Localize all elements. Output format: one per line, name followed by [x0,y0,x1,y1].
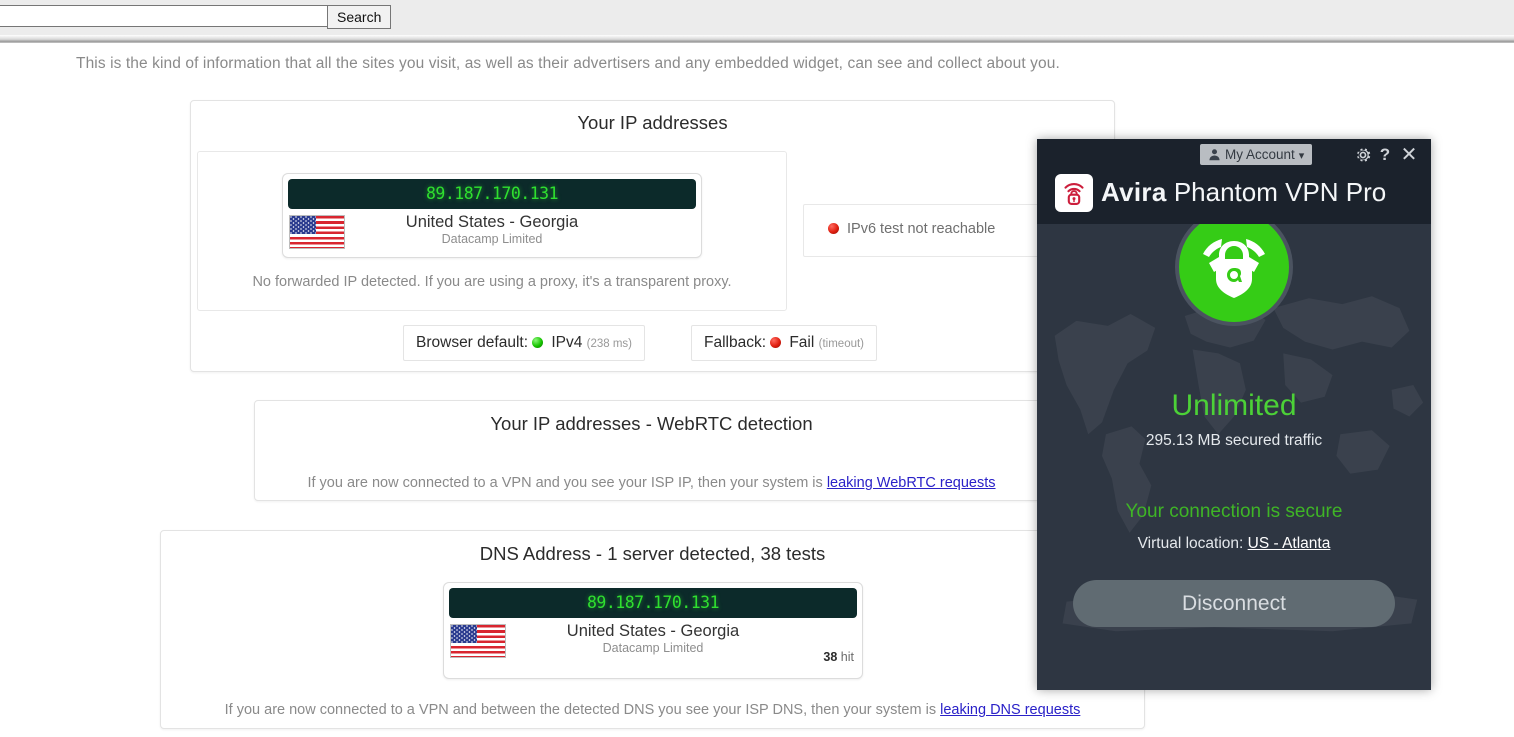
ip-address-value: 89.187.170.131 [288,179,696,209]
dns-leak-note: If you are now connected to a VPN and be… [161,702,1144,718]
webrtc-leak-link[interactable]: leaking WebRTC requests [827,475,996,491]
webrtc-note-prefix: If you are now connected to a VPN and yo… [307,475,827,491]
status-dot-green-icon [532,337,544,348]
us-flag-icon [289,215,345,249]
dns-isp-name: Datacamp Limited [602,641,704,655]
fallback-value: Fail [789,334,815,351]
vpn-plan-status: Unlimited [1171,389,1297,422]
virtual-location-label: Virtual location: [1137,535,1244,552]
browser-default-label: Browser default: [416,334,528,351]
browser-default-detail: (238 ms) [586,338,633,350]
vpn-titlebar: My Account ▾ ? ✕ Avira Phantom VPN Pro [1037,139,1431,224]
close-icon[interactable]: ✕ [1399,145,1419,165]
ipv6-status-row: IPv6 test not reachable [828,221,995,237]
status-dot-red-icon [828,223,839,234]
vpn-brand-title: Avira Phantom VPN Pro [1101,177,1386,208]
flag-stars [290,216,316,234]
dns-hit-count: 38 hit [823,650,854,664]
search-button[interactable]: Search [327,5,392,29]
your-ip-addresses-panel: Your IP addresses 89.187.170.131 United … [190,100,1115,372]
my-account-button[interactable]: My Account ▾ [1200,144,1313,165]
forwarded-ip-note: No forwarded IP detected. If you are usi… [252,274,732,290]
panel-title-dns: DNS Address - 1 server detected, 38 test… [479,543,826,564]
brand-secondary: Phantom VPN Pro [1173,177,1387,207]
vpn-connection-status: Your connection is secure [1125,501,1343,522]
fallback-badge: Fallback: Fail (timeout) [691,325,878,361]
dns-leak-link[interactable]: leaking DNS requests [940,702,1080,718]
us-flag-icon [450,624,506,658]
panel-title-webrtc: Your IP addresses - WebRTC detection [490,413,813,434]
flag-stars [451,625,477,643]
help-icon[interactable]: ? [1377,145,1393,165]
dns-address-panel: DNS Address - 1 server detected, 38 test… [160,530,1145,729]
disconnect-button[interactable]: Disconnect [1073,580,1395,627]
virtual-location-value[interactable]: US - Atlanta [1248,535,1331,552]
avira-phantom-vpn-window: My Account ▾ ? ✕ Avira Phantom VPN Pro U… [1037,139,1431,690]
dns-note-prefix: If you are now connected to a VPN and be… [224,702,941,718]
webrtc-detection-panel: Your IP addresses - WebRTC detection If … [254,400,1049,501]
browser-toolbar: Search [0,0,1514,35]
ip-detection-box: 89.187.170.131 United States - Georgia D… [197,151,787,311]
brand-primary: Avira [1101,177,1167,207]
search-input[interactable] [0,5,328,27]
ipv6-status-label: IPv6 test not reachable [847,221,996,237]
shield-lock-icon [1203,239,1265,298]
status-dot-red-icon [770,337,782,348]
ip-result-card: 89.187.170.131 United States - Georgia D… [282,173,702,258]
fallback-label: Fallback: [704,334,767,351]
gear-glyph [1357,148,1371,162]
ip-geo-location: United States - Georgia [405,213,579,231]
dns-ip-address-value: 89.187.170.131 [449,588,857,618]
avira-logo-glyph [1064,183,1084,205]
webrtc-leak-note: If you are now connected to a VPN and yo… [255,475,1048,491]
browser-default-value: IPv4 [551,334,583,351]
dns-hit-label: hit [840,650,854,664]
panel-title-your-ip: Your IP addresses [577,112,728,133]
intro-text: This is the kind of information that all… [76,55,1060,72]
dns-hit-number: 38 [823,650,838,664]
avira-logo-icon [1055,174,1093,212]
vpn-secured-traffic: 295.13 MB secured traffic [1145,432,1323,449]
connection-shield-indicator [1175,208,1293,326]
person-icon [1209,149,1220,161]
ip-isp-name: Datacamp Limited [441,232,543,246]
browser-default-badge: Browser default: IPv4 (238 ms) [403,325,646,361]
toolbar-divider [0,35,1514,43]
my-account-label: My Account [1225,147,1295,162]
chevron-down-icon: ▾ [1298,150,1305,162]
vpn-virtual-location: Virtual location: US - Atlanta [1037,535,1431,553]
gear-icon[interactable] [1353,145,1373,165]
dns-geo-location: United States - Georgia [566,622,740,640]
dns-result-card: 89.187.170.131 United States - Georgia D… [443,582,863,679]
fallback-detail: (timeout) [818,338,865,350]
